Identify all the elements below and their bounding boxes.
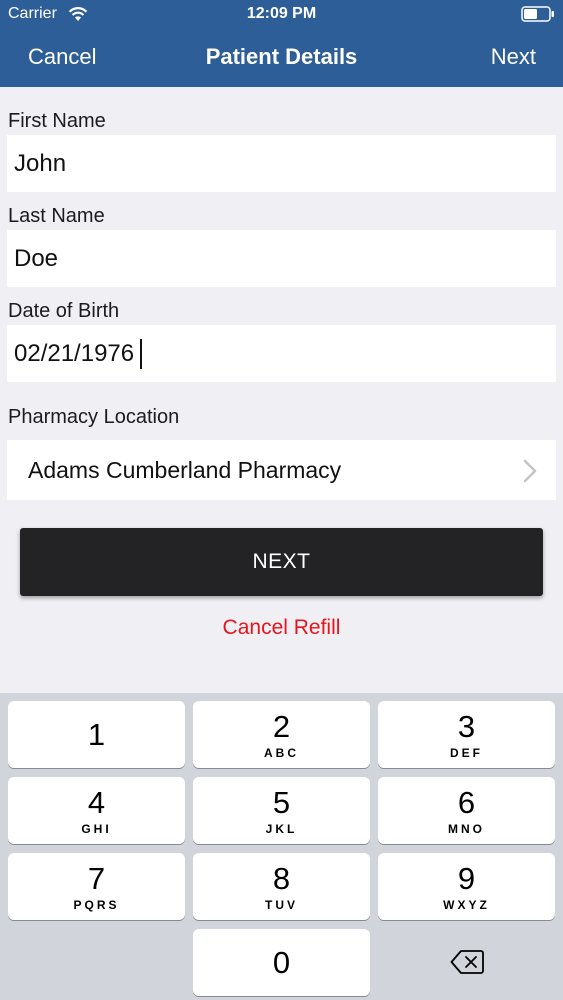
key-letters: JKL bbox=[265, 822, 298, 836]
backspace-icon bbox=[450, 950, 484, 974]
status-bar: Carrier 12:09 PM bbox=[0, 0, 563, 28]
cancel-refill-link[interactable]: Cancel Refill bbox=[0, 616, 563, 640]
keypad-key-1[interactable]: 1 bbox=[8, 701, 185, 768]
key-letters: TUV bbox=[265, 898, 298, 912]
key-letters: ABC bbox=[264, 746, 299, 760]
last-name-field[interactable] bbox=[7, 230, 556, 287]
keypad-key-8[interactable]: 8 TUV bbox=[193, 853, 370, 920]
key-letters: GHI bbox=[81, 822, 112, 836]
status-time: 12:09 PM bbox=[246, 5, 317, 22]
battery-icon bbox=[521, 6, 554, 22]
key-digit: 8 bbox=[272, 861, 291, 896]
last-name-label: Last Name bbox=[8, 205, 105, 227]
next-button[interactable]: NEXT bbox=[20, 528, 543, 596]
page-title: Patient Details bbox=[205, 44, 358, 69]
key-letters: DEF bbox=[450, 746, 483, 760]
pharmacy-location-label: Pharmacy Location bbox=[8, 406, 180, 428]
key-letters: MNO bbox=[448, 822, 485, 836]
key-digit: 5 bbox=[272, 785, 291, 820]
key-digit: 9 bbox=[457, 861, 476, 896]
text-caret bbox=[140, 339, 142, 369]
keypad-key-2[interactable]: 2 ABC bbox=[193, 701, 370, 768]
key-digit: 7 bbox=[87, 861, 106, 896]
keypad-key-4[interactable]: 4 GHI bbox=[8, 777, 185, 844]
keypad-key-5[interactable]: 5 JKL bbox=[193, 777, 370, 844]
chevron-right-icon bbox=[523, 459, 537, 483]
key-digit: 4 bbox=[87, 785, 106, 820]
dob-label: Date of Birth bbox=[8, 300, 120, 322]
key-digit: 2 bbox=[272, 709, 291, 744]
key-letters: WXYZ bbox=[443, 898, 490, 912]
key-letters: PQRS bbox=[73, 898, 120, 912]
nav-next-button[interactable]: Next bbox=[491, 44, 536, 70]
keypad-key-7[interactable]: 7 PQRS bbox=[8, 853, 185, 920]
keypad-key-0[interactable]: 0 bbox=[193, 929, 370, 996]
nav-bar: Cancel Patient Details Next bbox=[0, 28, 563, 87]
key-digit: 6 bbox=[457, 785, 476, 820]
key-digit: 1 bbox=[87, 717, 106, 752]
first-name-field[interactable] bbox=[7, 135, 556, 192]
key-digit: 3 bbox=[457, 709, 476, 744]
backspace-key[interactable] bbox=[378, 929, 555, 996]
keypad-key-3[interactable]: 3 DEF bbox=[378, 701, 555, 768]
keypad-key-6[interactable]: 6 MNO bbox=[378, 777, 555, 844]
dob-field[interactable] bbox=[7, 325, 556, 382]
pharmacy-location-value: Adams Cumberland Pharmacy bbox=[28, 457, 342, 483]
pharmacy-location-selector[interactable]: Adams Cumberland Pharmacy bbox=[7, 440, 556, 500]
first-name-label: First Name bbox=[8, 110, 106, 132]
key-digit: 0 bbox=[272, 945, 291, 980]
keypad-key-9[interactable]: 9 WXYZ bbox=[378, 853, 555, 920]
